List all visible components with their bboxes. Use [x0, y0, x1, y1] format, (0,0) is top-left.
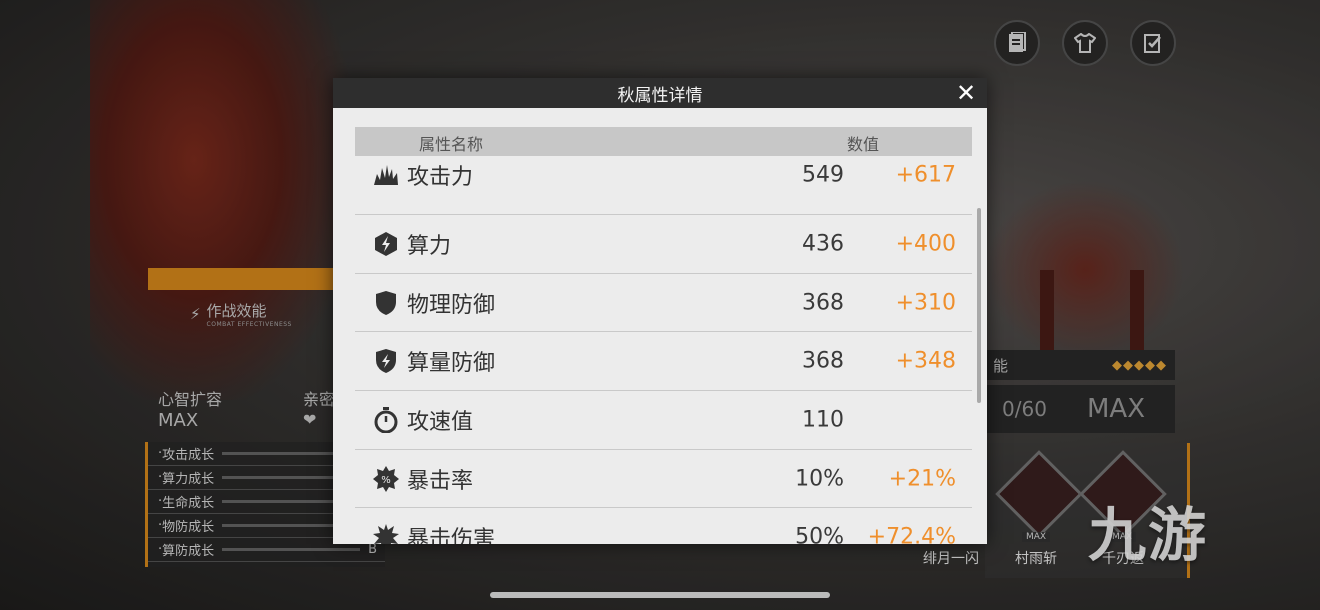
column-attribute-name: 属性名称	[419, 135, 484, 154]
compute-hex-icon	[373, 231, 399, 257]
modal-title: 秋属性详情	[617, 85, 703, 106]
crit-damage-icon	[373, 524, 399, 544]
svg-text:%: %	[381, 475, 391, 486]
scrollbar[interactable]	[977, 208, 981, 403]
shield-icon	[373, 290, 399, 316]
home-indicator[interactable]	[490, 592, 830, 598]
claw-icon	[373, 162, 399, 188]
attribute-list[interactable]: 攻击力 549 +617 算力 436 +400 物理防御 368 +310 算…	[355, 140, 972, 544]
column-value: 数值	[847, 135, 880, 154]
table-header: 属性名称 数值	[355, 127, 972, 156]
modal-header: 秋属性详情 ✕	[333, 78, 987, 108]
attribute-detail-modal: 秋属性详情 ✕ 攻击力 549 +617 算力 436 +400 物理防御 36…	[333, 78, 987, 544]
attribute-row: % 暴击率 10% +21%	[355, 450, 972, 509]
attribute-row: 物理防御 368 +310	[355, 274, 972, 333]
attribute-row: 算量防御 368 +348	[355, 332, 972, 392]
attribute-row: 攻速值 110	[355, 391, 972, 450]
close-icon[interactable]: ✕	[953, 79, 979, 107]
stopwatch-icon	[373, 406, 399, 433]
compute-shield-icon	[373, 348, 399, 374]
attribute-row: 暴击伤害 50% +72.4%	[355, 508, 972, 544]
attribute-row: 算力 436 +400	[355, 215, 972, 274]
crit-rate-icon: %	[373, 465, 399, 492]
